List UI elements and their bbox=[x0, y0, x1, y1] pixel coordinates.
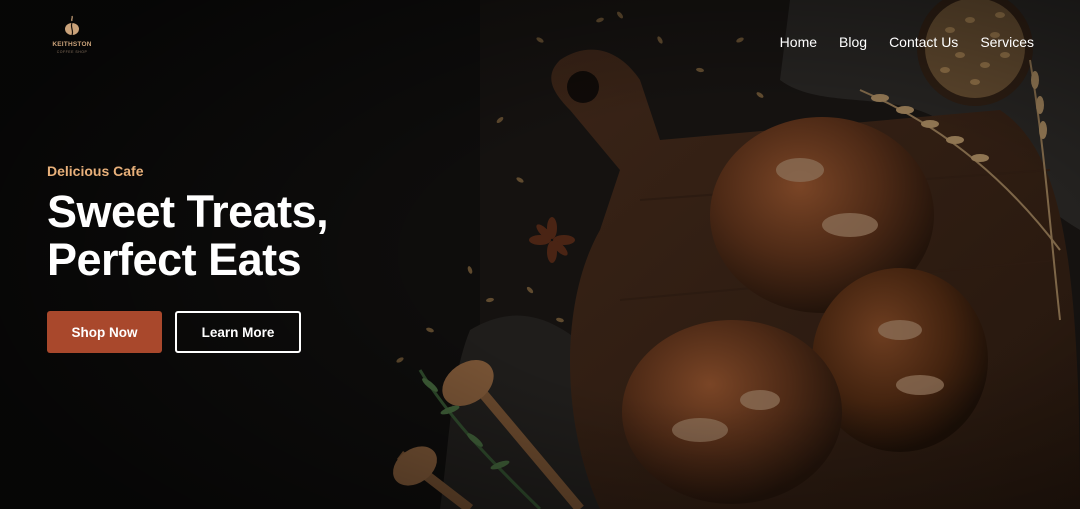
nav-item-home[interactable]: Home bbox=[780, 34, 817, 50]
hero-headline-line1: Sweet Treats, bbox=[47, 186, 329, 237]
coffee-bean-icon bbox=[65, 15, 79, 36]
hero-headline: Sweet Treats, Perfect Eats bbox=[47, 186, 329, 285]
nav-item-services[interactable]: Services bbox=[980, 34, 1034, 50]
shop-now-button[interactable]: Shop Now bbox=[47, 311, 162, 353]
brand-tagline: COFFEE SHOP bbox=[56, 49, 88, 54]
main-nav: Home Blog Contact Us Services bbox=[780, 34, 1034, 50]
brand-logo[interactable]: KEITHSTON COFFEE SHOP bbox=[50, 14, 94, 54]
hero-eyebrow: Delicious Cafe bbox=[47, 163, 144, 179]
brand-name: KEITHSTON bbox=[52, 41, 92, 48]
hero-headline-line2: Perfect Eats bbox=[47, 234, 302, 285]
hero-section: KEITHSTON COFFEE SHOP Home Blog Contact … bbox=[0, 0, 1080, 509]
nav-item-blog[interactable]: Blog bbox=[839, 34, 867, 50]
learn-more-button[interactable]: Learn More bbox=[175, 311, 301, 353]
nav-item-contact-us[interactable]: Contact Us bbox=[889, 34, 958, 50]
